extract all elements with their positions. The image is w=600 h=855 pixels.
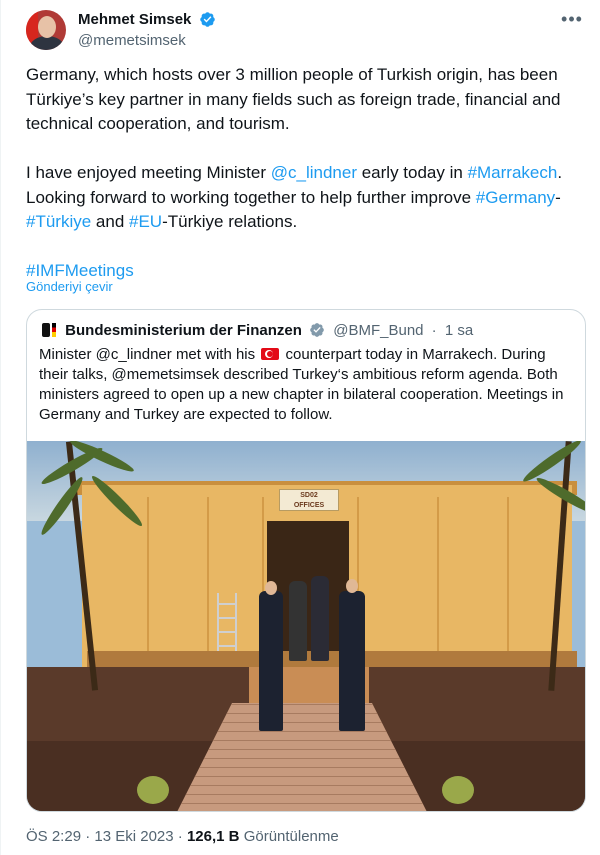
quoted-tweet-card[interactable]: Bundesministerium der Finanzen @BMF_Bund… xyxy=(26,309,586,812)
author-name-block: Mehmet Simsek @memetsimsek xyxy=(78,11,216,49)
verified-badge-icon xyxy=(200,12,215,28)
quoted-avatar-eagle-icon[interactable] xyxy=(39,321,57,339)
quoted-timestamp[interactable]: 1 sa xyxy=(445,322,473,339)
hashtag-imf-link[interactable]: #IMFMeetings xyxy=(26,261,134,280)
author-display-name[interactable]: Mehmet Simsek xyxy=(78,11,191,28)
hashtag-marrakech-link[interactable]: #Marrakech xyxy=(468,163,558,182)
translate-post-link[interactable]: Gönderiyi çevir xyxy=(26,279,113,294)
tweet-paragraph-1: Germany, which hosts over 3 million peop… xyxy=(26,65,561,133)
person-left xyxy=(259,591,283,731)
building-sign: SD02 OFFICES xyxy=(279,489,339,511)
left-border xyxy=(0,0,1,855)
views-count: 126,1 B xyxy=(186,828,240,845)
quoted-tweet-header: Bundesministerium der Finanzen @BMF_Bund… xyxy=(39,321,473,341)
author-handle[interactable]: @memetsimsek xyxy=(78,32,216,49)
tweet-text: Germany, which hosts over 3 million peop… xyxy=(26,63,578,284)
more-options-icon[interactable]: ••• xyxy=(560,10,584,32)
tweet-time[interactable]: ÖS 2:29 xyxy=(26,828,81,845)
quoted-tweet-text: Minister @c_lindner met with his counter… xyxy=(39,346,564,423)
hashtag-eu-link[interactable]: #EU xyxy=(129,212,162,231)
quoted-display-name[interactable]: Bundesministerium der Finanzen xyxy=(65,322,302,339)
person-right xyxy=(339,591,365,731)
hashtag-germany-link[interactable]: #Germany xyxy=(476,188,555,207)
tweet-date[interactable]: 13 Eki 2023 xyxy=(94,828,173,845)
barrel-cactus xyxy=(137,776,169,804)
tweet-footer: ÖS 2:29 · 13 Eki 2023 · 126,1 B Görüntül… xyxy=(26,828,339,845)
tweet-paragraph-2: I have enjoyed meeting Minister @c_lindn… xyxy=(26,163,563,231)
quoted-tweet-photo[interactable]: SD02 OFFICES xyxy=(27,441,585,811)
barrel-cactus xyxy=(442,776,474,804)
views-label: Görüntülenme xyxy=(243,828,339,845)
mention-link[interactable]: @c_lindner xyxy=(271,163,357,182)
turkey-flag-icon xyxy=(261,348,280,360)
quoted-handle[interactable]: @BMF_Bund xyxy=(333,322,423,339)
hashtag-turkiye-link[interactable]: #Türkiye xyxy=(26,212,91,231)
quoted-verified-badge-icon xyxy=(310,323,324,337)
tweet-header: Mehmet Simsek @memetsimsek ••• xyxy=(26,8,586,54)
author-avatar[interactable] xyxy=(26,10,66,50)
